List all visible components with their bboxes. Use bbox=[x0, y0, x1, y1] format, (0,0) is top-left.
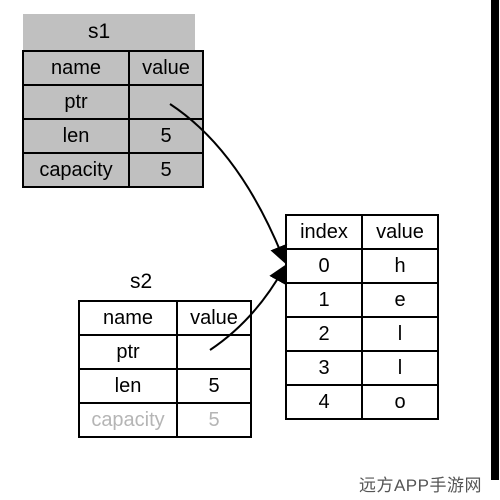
s2-ptr-value bbox=[177, 335, 251, 369]
frame-edge-right bbox=[491, 0, 499, 480]
watermark-text: 远方APP手游网 bbox=[359, 471, 482, 496]
heap-idx-3: 3 bbox=[286, 351, 362, 385]
heap-idx-4: 4 bbox=[286, 385, 362, 419]
s2-cap-value: 5 bbox=[177, 403, 251, 437]
table-row: 0 h bbox=[286, 249, 438, 283]
heap-val-2: l bbox=[362, 317, 438, 351]
s1-len-value: 5 bbox=[129, 119, 203, 153]
s1-header-row: name value bbox=[23, 51, 203, 85]
heap-val-4: o bbox=[362, 385, 438, 419]
heap-header-row: index value bbox=[286, 215, 438, 249]
heap-val-3: l bbox=[362, 351, 438, 385]
s1-header-value: value bbox=[129, 51, 203, 85]
table-row: len 5 bbox=[23, 119, 203, 153]
s1-table: name value ptr len 5 capacity 5 bbox=[22, 50, 204, 188]
s2-header-row: name value bbox=[79, 301, 251, 335]
table-row: 4 o bbox=[286, 385, 438, 419]
table-row: capacity 5 bbox=[23, 153, 203, 187]
s2-len-value: 5 bbox=[177, 369, 251, 403]
s2-header-name: name bbox=[79, 301, 177, 335]
table-row: 2 l bbox=[286, 317, 438, 351]
s1-cap-name: capacity bbox=[23, 153, 129, 187]
s1-ptr-value bbox=[129, 85, 203, 119]
table-row: 3 l bbox=[286, 351, 438, 385]
heap-header-value: value bbox=[362, 215, 438, 249]
heap-val-1: e bbox=[362, 283, 438, 317]
table-row: 1 e bbox=[286, 283, 438, 317]
s1-ptr-name: ptr bbox=[23, 85, 129, 119]
s2-table: name value ptr len 5 capacity 5 bbox=[78, 300, 252, 438]
heap-idx-1: 1 bbox=[286, 283, 362, 317]
s2-len-name: len bbox=[79, 369, 177, 403]
heap-idx-0: 0 bbox=[286, 249, 362, 283]
s2-title: s2 bbox=[130, 270, 152, 294]
table-row: capacity 5 bbox=[79, 403, 251, 437]
heap-idx-2: 2 bbox=[286, 317, 362, 351]
heap-val-0: h bbox=[362, 249, 438, 283]
table-row: ptr bbox=[79, 335, 251, 369]
table-row: len 5 bbox=[79, 369, 251, 403]
s2-header-value: value bbox=[177, 301, 251, 335]
table-row: ptr bbox=[23, 85, 203, 119]
s2-cap-name: capacity bbox=[79, 403, 177, 437]
s1-header-name: name bbox=[23, 51, 129, 85]
s1-title: s1 bbox=[88, 20, 110, 44]
s1-cap-value: 5 bbox=[129, 153, 203, 187]
s2-ptr-name: ptr bbox=[79, 335, 177, 369]
heap-header-index: index bbox=[286, 215, 362, 249]
s1-len-name: len bbox=[23, 119, 129, 153]
heap-table: index value 0 h 1 e 2 l 3 l 4 o bbox=[285, 214, 439, 420]
